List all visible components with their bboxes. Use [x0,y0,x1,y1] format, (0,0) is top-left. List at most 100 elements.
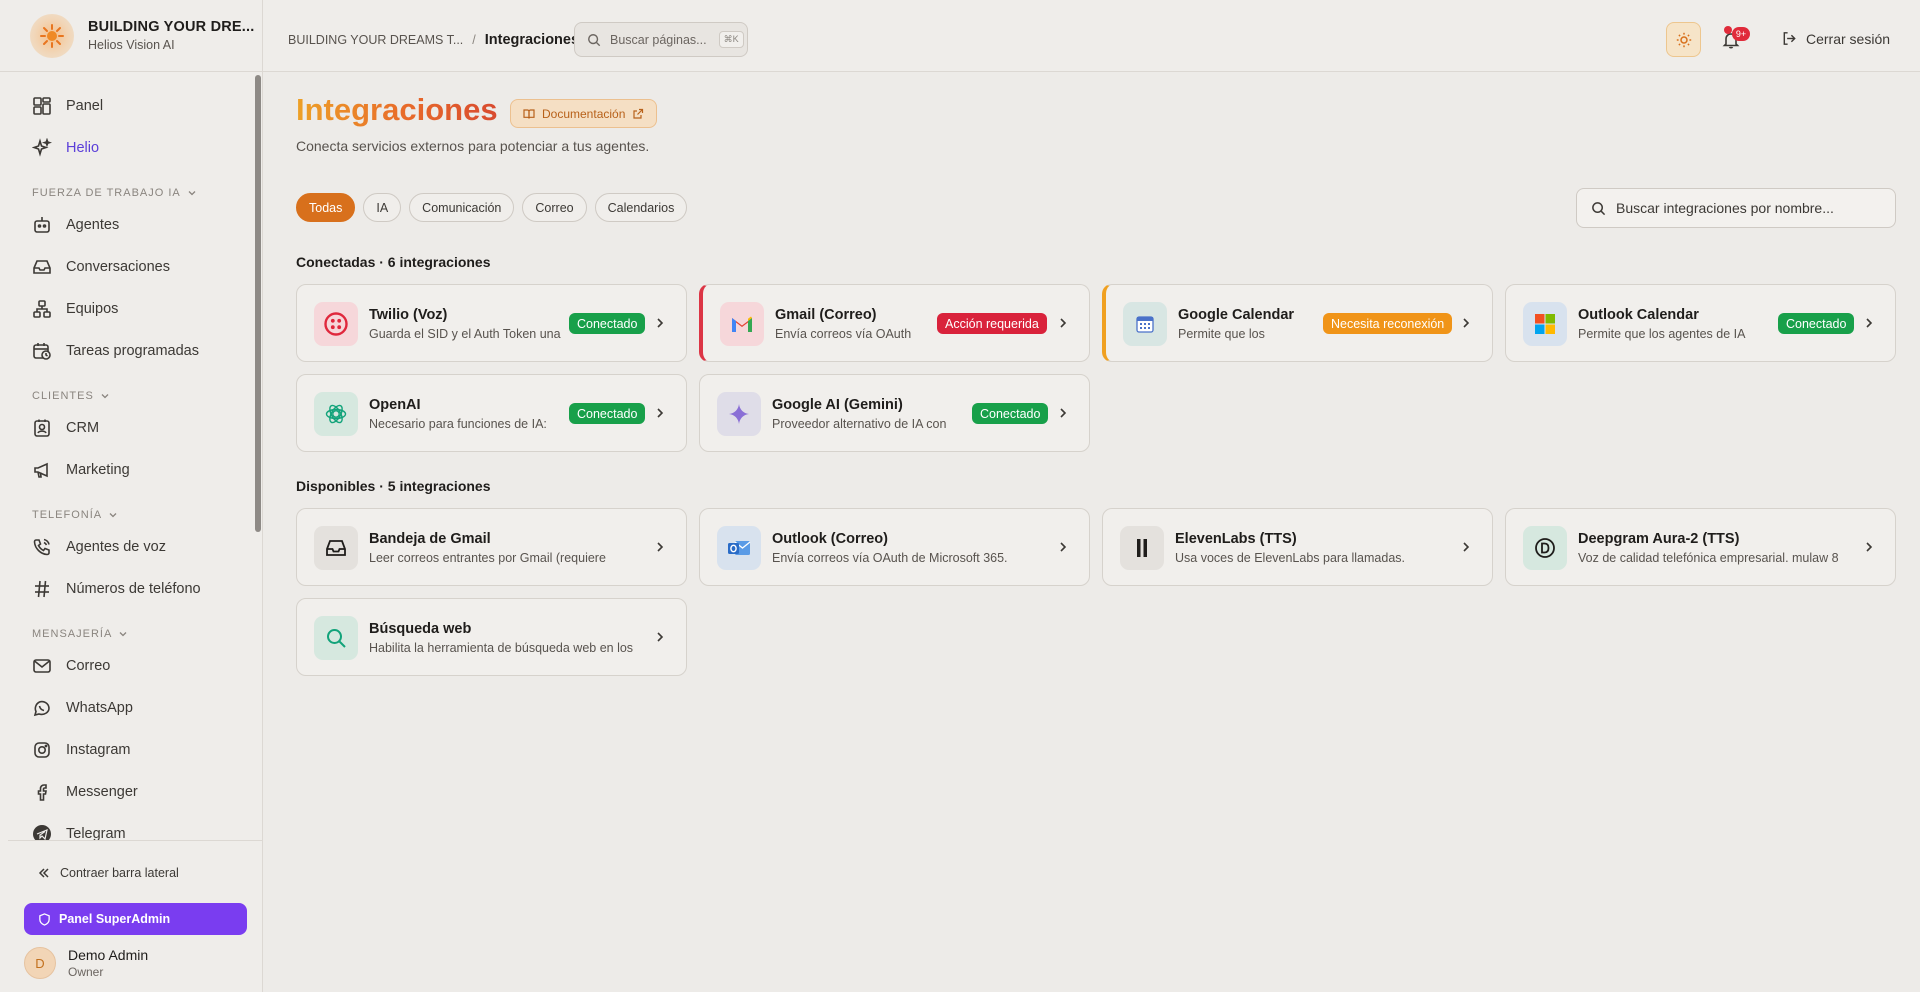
section-label: CLIENTES [32,390,94,402]
sidebar-item-agentes[interactable]: Agentes [32,215,119,235]
sidebar-item-tareas[interactable]: Tareas programadas [32,341,199,361]
sidebar-item-marketing[interactable]: Marketing [32,460,130,480]
chevron-right-icon [1866,318,1873,328]
sidebar-item-crm[interactable]: CRM [32,418,99,438]
brand-subtitle: Helios Vision AI [88,38,175,52]
status-badge: Conectado [1778,313,1855,334]
page-search-input[interactable]: Buscar páginas... ⌘K [574,22,748,57]
sidebar-item-label: Equipos [66,301,119,317]
sun-icon [1676,32,1691,47]
sidebar-item-equipos[interactable]: Equipos [32,299,118,319]
brand[interactable]: BUILDING YOUR DRE... Helios Vision AI [0,0,263,72]
book-icon [523,108,535,119]
integration-description: Voz de calidad telefónica empresarial. m… [1578,551,1839,565]
sidebar-item-numeros[interactable]: Números de teléfono [32,579,201,599]
integration-card-openai[interactable]: OpenAI Necesario para funciones de IA: C… [296,374,687,452]
sidebar-item-correo[interactable]: Correo [32,656,110,676]
status-badge: Necesita reconexión [1323,313,1453,334]
shield-icon [39,912,50,926]
telegram-icon [33,825,51,840]
integration-card-outlook-calendar[interactable]: Outlook Calendar Permite que los agentes… [1505,284,1896,362]
breadcrumb: BUILDING YOUR DREAMS T... / Integracione… [288,32,579,48]
sidebar-item-label: Agentes [66,217,120,233]
megaphone-icon [34,462,48,478]
chevron-right-icon [1060,542,1067,552]
user-profile[interactable]: D Demo Admin Owner [24,947,148,979]
superadmin-panel-button[interactable]: Panel SuperAdmin [24,903,247,935]
top-header: BUILDING YOUR DREAMS T... / Integracione… [263,0,1920,72]
filter-todas[interactable]: Todas [296,193,356,222]
sidebar-item-helio[interactable]: Helio [32,138,99,158]
chevron-right-icon [657,542,664,552]
sparkles-icon [32,138,52,157]
integration-card-gemini[interactable]: Google AI (Gemini) Proveedor alternativo… [699,374,1090,452]
section-clientes[interactable]: CLIENTES [32,390,110,402]
documentation-button[interactable]: Documentación [510,99,658,128]
sidebar-item-conversaciones[interactable]: Conversaciones [32,257,170,277]
collapse-sidebar-button[interactable]: Contraer barra lateral [36,865,179,881]
status-badge: Conectado [569,403,646,424]
chevron-down-icon [188,191,196,196]
integration-card-twilio[interactable]: Twilio (Voz) Guarda el SID y el Auth Tok… [296,284,687,362]
integration-name: Deepgram Aura-2 (TTS) [1578,531,1740,547]
chevron-right-icon [1463,318,1470,328]
notification-dot [1724,26,1732,34]
integration-description: Proveedor alternativo de IA con [772,417,947,431]
integration-card-elevenlabs[interactable]: ElevenLabs (TTS) Usa voces de ElevenLabs… [1102,508,1493,586]
notification-badge: 9+ [1732,27,1750,41]
integration-description: Guarda el SID y el Auth Token una [369,327,561,341]
sidebar-item-agentes-voz[interactable]: Agentes de voz [32,537,166,557]
sidebar-item-instagram[interactable]: Instagram [32,740,130,760]
breadcrumb-root[interactable]: BUILDING YOUR DREAMS T... [288,33,463,47]
integration-card-gmail[interactable]: Gmail (Correo) Envía correos vía OAuth A… [699,284,1090,362]
calendar-clock-icon [33,343,51,360]
sidebar-item-messenger[interactable]: Messenger [32,782,138,802]
integration-search-input[interactable]: Buscar integraciones por nombre... [1576,188,1896,228]
gmail-icon [720,302,764,346]
chevron-right-icon [657,318,664,328]
sidebar-scrollbar[interactable] [255,75,261,532]
search-icon [588,33,601,46]
filter-ia[interactable]: IA [363,193,402,222]
microsoft-icon [1523,302,1567,346]
chevron-down-icon [119,632,127,637]
integration-description: Necesario para funciones de IA: [369,417,547,431]
user-role: Owner [68,965,104,979]
filter-calendarios[interactable]: Calendarios [594,193,688,222]
sidebar-item-telegram[interactable]: Telegram [32,824,126,840]
chevron-down-icon [109,513,117,518]
integration-name: Google AI (Gemini) [772,397,903,413]
integration-card-gmail-inbox[interactable]: Bandeja de Gmail Leer correos entrantes … [296,508,687,586]
integration-name: Outlook Calendar [1578,307,1699,323]
chevron-right-icon [1463,542,1470,552]
sidebar-item-whatsapp[interactable]: WhatsApp [32,698,133,718]
section-mensajeria[interactable]: MENSAJERÍA [32,628,128,640]
integration-card-google-calendar[interactable]: Google Calendar Permite que los Necesita… [1102,284,1493,362]
section-label: FUERZA DE TRABAJO IA [32,187,181,199]
sidebar-item-label: Agentes de voz [66,539,166,555]
section-fuerza[interactable]: FUERZA DE TRABAJO IA [32,187,197,199]
filter-correo[interactable]: Correo [522,193,587,222]
filter-comunicacion[interactable]: Comunicación [409,193,515,222]
integration-description: Envía correos vía OAuth [775,327,912,341]
section-telefonia[interactable]: TELEFONÍA [32,509,118,521]
integration-description: Leer correos entrantes por Gmail (requie… [369,551,606,565]
documentation-label: Documentación [542,106,626,121]
sidebar-item-panel[interactable]: Panel [32,96,103,116]
integration-name: Twilio (Voz) [369,307,448,323]
user-name: Demo Admin [68,947,149,963]
logout-button[interactable]: Cerrar sesión [1781,30,1890,47]
chevron-right-icon [1060,318,1067,328]
integration-card-outlook-mail[interactable]: Outlook (Correo) Envía correos vía OAuth… [699,508,1090,586]
integration-description: Permite que los agentes de IA [1578,327,1746,341]
integration-card-web-search[interactable]: Búsqueda web Habilita la herramienta de … [296,598,687,676]
mail-icon [33,659,51,673]
connected-section-title: Conectadas · 6 integraciones [296,254,491,270]
integration-card-deepgram[interactable]: Deepgram Aura-2 (TTS) Voz de calidad tel… [1505,508,1896,586]
superadmin-label: Panel SuperAdmin [59,912,171,926]
shortcut-hint: ⌘K [718,31,744,48]
brand-title: BUILDING YOUR DRE... [88,19,255,35]
theme-toggle-button[interactable] [1666,22,1701,57]
chevron-right-icon [1060,408,1067,418]
sidebar-item-label: Instagram [66,742,131,758]
